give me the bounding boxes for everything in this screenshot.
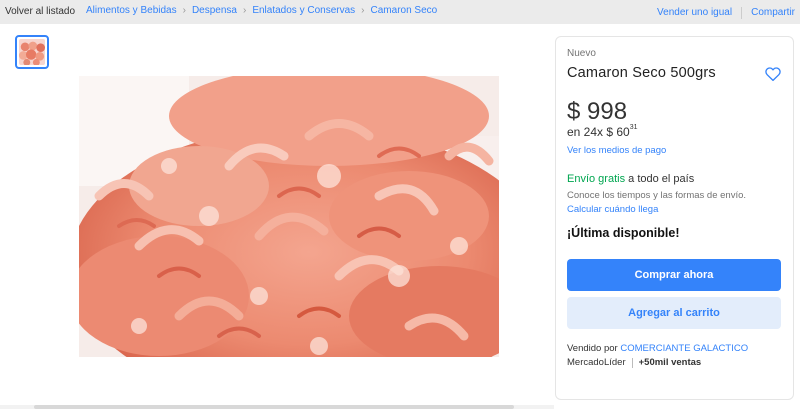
top-navigation-bar: Volver al listado Alimentos y Bebidas › … bbox=[0, 0, 800, 24]
seller-info: Vendido por COMERCIANTE GALACTICO bbox=[567, 343, 748, 354]
seller-reputation: MercadoLíder +50mil ventas bbox=[567, 357, 701, 368]
installments-cents: 31 bbox=[629, 124, 638, 131]
product-card: Nuevo Camaron Seco 500grs $ 998 en 24x $… bbox=[0, 24, 800, 409]
product-main-image[interactable] bbox=[79, 76, 499, 357]
calculate-delivery-link[interactable]: Calcular cuándo llega bbox=[567, 204, 658, 215]
gallery-thumbnail[interactable] bbox=[15, 35, 49, 69]
buy-now-button[interactable]: Comprar ahora bbox=[567, 259, 781, 291]
shipping-destination: a todo el país bbox=[625, 173, 695, 185]
condition-label: Nuevo bbox=[567, 48, 596, 59]
seller-prefix: Vendido por bbox=[567, 343, 621, 354]
scrollbar-thumb[interactable] bbox=[34, 405, 514, 409]
buy-box: Nuevo Camaron Seco 500grs $ 998 en 24x $… bbox=[555, 36, 794, 400]
stock-status: ¡Última disponible! bbox=[567, 226, 680, 240]
sell-similar-link[interactable]: Vender uno igual bbox=[657, 7, 732, 19]
shrimp-photo-icon bbox=[19, 39, 45, 66]
breadcrumb-item[interactable]: Camaron Seco bbox=[371, 5, 438, 16]
payment-methods-link[interactable]: Ver los medios de pago bbox=[567, 145, 666, 156]
free-shipping-label: Envío gratis bbox=[567, 173, 626, 185]
breadcrumb-item[interactable]: Despensa bbox=[192, 5, 237, 16]
product-title: Camaron Seco 500grs bbox=[567, 65, 716, 81]
price: $ 998 bbox=[567, 98, 628, 125]
add-to-cart-button[interactable]: Agregar al carrito bbox=[567, 297, 781, 329]
chevron-right-icon: › bbox=[361, 5, 365, 16]
shipping-text: Envío gratis a todo el país bbox=[567, 173, 694, 185]
share-link[interactable]: Compartir bbox=[751, 7, 795, 19]
shipping-info: Conoce los tiempos y las formas de envío… bbox=[567, 190, 747, 201]
breadcrumb-item[interactable]: Enlatados y Conservas bbox=[252, 5, 355, 16]
divider bbox=[631, 357, 633, 368]
chevron-right-icon: › bbox=[242, 5, 247, 16]
reputation-badge: MercadoLíder bbox=[567, 357, 626, 368]
chevron-right-icon: › bbox=[182, 5, 186, 16]
installments-amount: en 24x $ 60 bbox=[567, 125, 630, 139]
back-to-listing-link[interactable]: Volver al listado bbox=[5, 6, 75, 17]
horizontal-scrollbar[interactable] bbox=[0, 405, 554, 409]
seller-name-link[interactable]: COMERCIANTE GALACTICO bbox=[620, 343, 748, 354]
divider bbox=[741, 7, 743, 19]
sales-count: +50mil ventas bbox=[638, 357, 702, 368]
breadcrumb-item[interactable]: Alimentos y Bebidas bbox=[86, 5, 177, 16]
breadcrumb: Alimentos y Bebidas › Despensa › Enlatad… bbox=[86, 5, 437, 16]
heart-outline-icon[interactable] bbox=[764, 65, 782, 83]
shrimp-photo-icon bbox=[79, 76, 499, 357]
top-actions: Vender uno igual Compartir bbox=[657, 7, 795, 19]
installments-text: en 24x $ 6031 bbox=[567, 124, 638, 139]
